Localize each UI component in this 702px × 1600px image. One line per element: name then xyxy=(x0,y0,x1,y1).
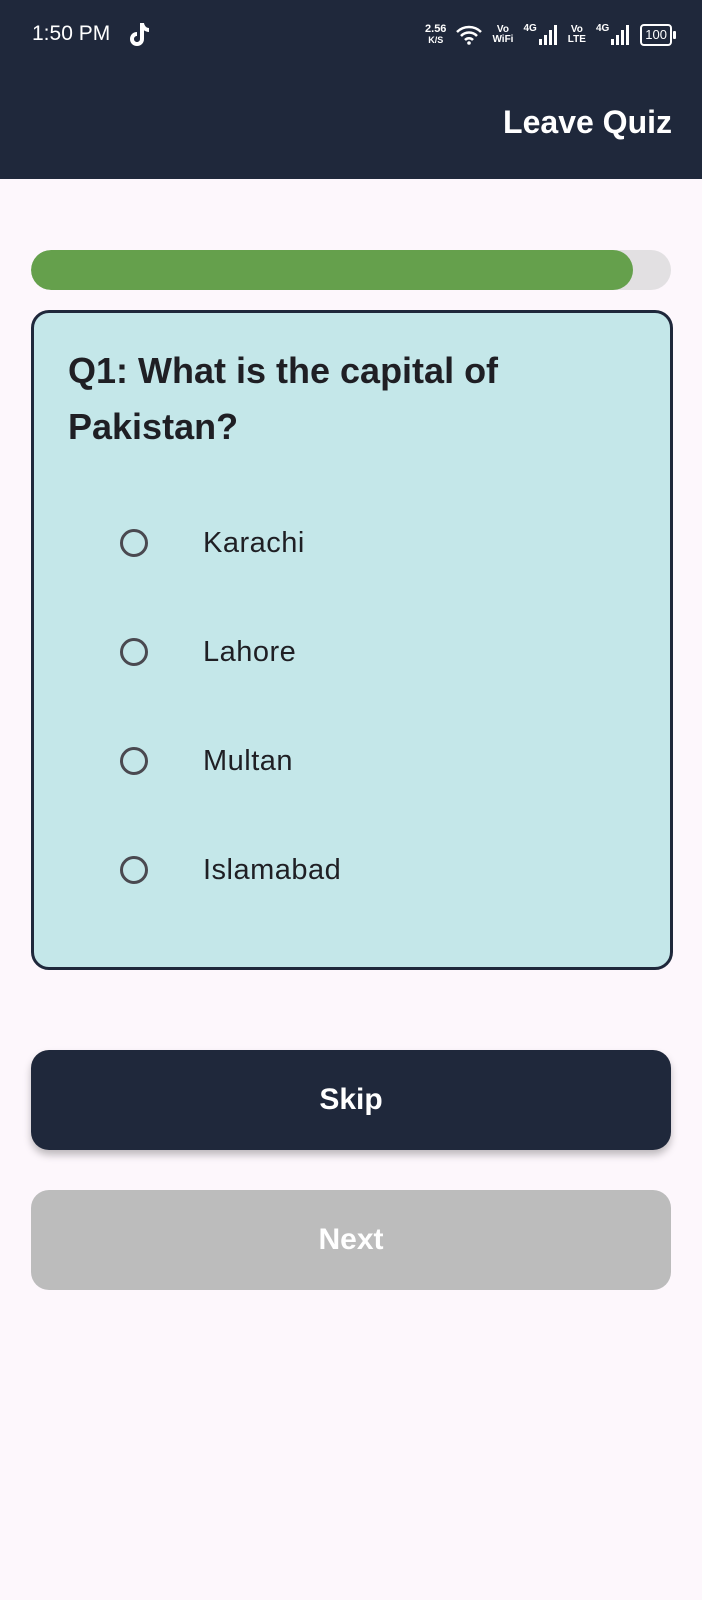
radio-button-icon[interactable] xyxy=(120,856,148,884)
option-islamabad[interactable]: Islamabad xyxy=(120,840,600,900)
radio-button-icon[interactable] xyxy=(120,529,148,557)
option-multan[interactable]: Multan xyxy=(120,731,600,791)
wifi-icon xyxy=(456,25,483,45)
vowifi-indicator: Vo WiFi xyxy=(492,24,514,45)
next-button[interactable]: Next xyxy=(31,1190,671,1290)
volte-indicator: Vo LTE xyxy=(567,24,586,45)
signal-icon xyxy=(611,25,630,45)
question-text: Q1: What is the capital of Pakistan? xyxy=(68,350,499,447)
leave-quiz-button[interactable]: Leave Quiz xyxy=(503,104,672,141)
option-label: Lahore xyxy=(203,635,297,668)
option-label: Islamabad xyxy=(203,853,342,886)
question-card: Q1: What is the capital of Pakistan? Kar… xyxy=(31,310,673,970)
network-speed: 2.56 K/S xyxy=(425,23,447,46)
option-label: Multan xyxy=(203,744,294,777)
sim2-signal: 4G xyxy=(596,24,630,46)
signal-icon xyxy=(538,25,557,45)
battery-indicator: 100 xyxy=(640,24,676,46)
status-time: 1:50 PM xyxy=(32,22,111,45)
quiz-progress-fill xyxy=(31,250,633,290)
tiktok-icon xyxy=(130,23,149,46)
quiz-progress-bar xyxy=(31,250,671,290)
status-icons: 2.56 K/S Vo WiFi 4G Vo LTE 4G 100 xyxy=(425,20,676,50)
app-top-bar: 1:50 PM 2.56 K/S Vo WiFi 4G Vo LTE 4G 10… xyxy=(0,0,702,179)
option-lahore[interactable]: Lahore xyxy=(120,622,600,682)
option-label: Karachi xyxy=(203,526,305,559)
radio-button-icon[interactable] xyxy=(120,638,148,666)
sim1-signal: 4G xyxy=(523,24,557,46)
radio-button-icon[interactable] xyxy=(120,747,148,775)
option-karachi[interactable]: Karachi xyxy=(120,513,600,573)
skip-button[interactable]: Skip xyxy=(31,1050,671,1150)
